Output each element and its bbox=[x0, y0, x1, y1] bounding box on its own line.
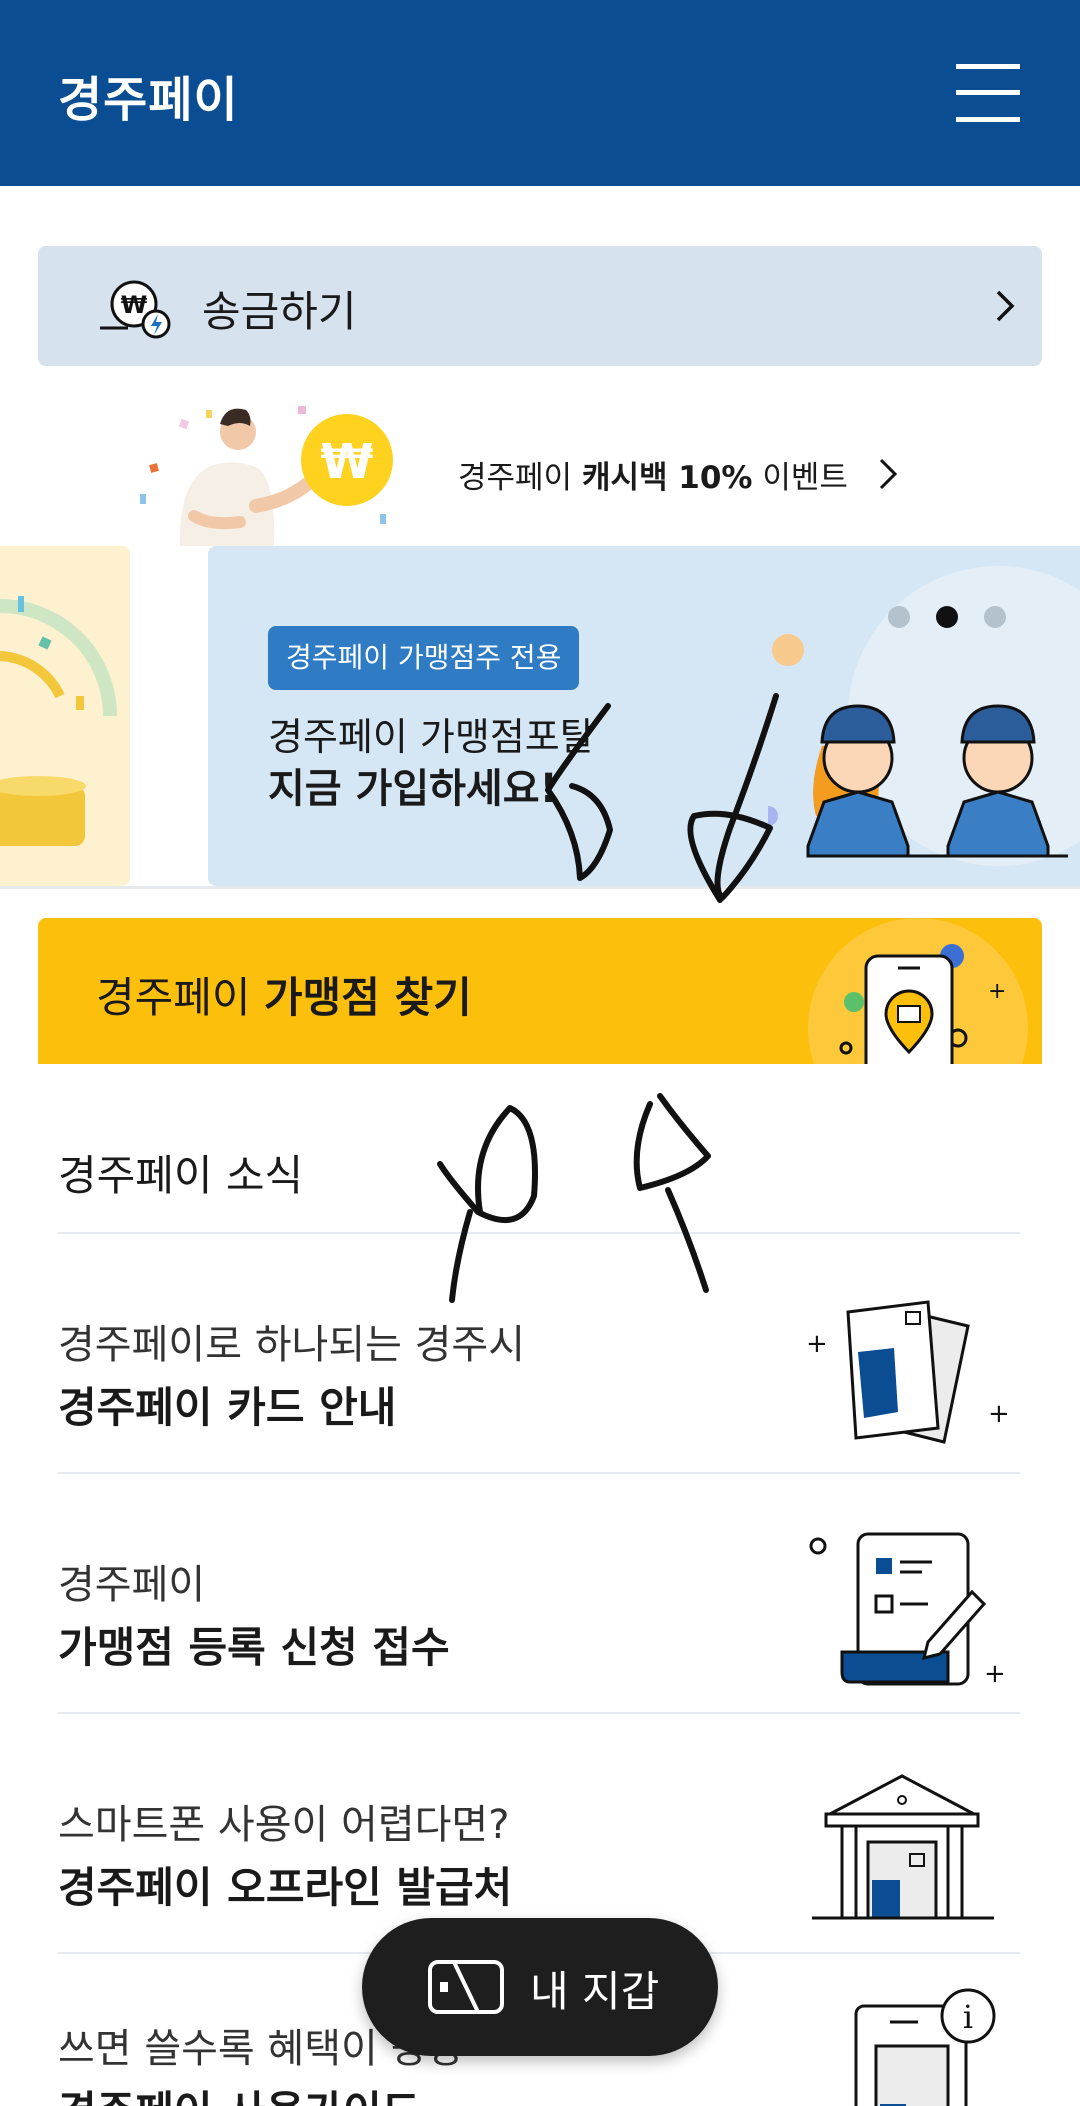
remit-button[interactable]: ₩ 송금하기 bbox=[38, 246, 1042, 366]
svg-text:+: + bbox=[806, 1329, 828, 1359]
section-divider bbox=[0, 886, 1080, 889]
news-item-title: 가맹점 등록 신청 접수 bbox=[58, 1623, 450, 1672]
coin-stack-illustration bbox=[0, 596, 117, 846]
news-item-subtitle: 스마트폰 사용이 어렵다면? bbox=[58, 1802, 510, 1848]
list-divider bbox=[58, 1472, 1020, 1474]
list-divider bbox=[58, 1712, 1020, 1714]
app-title: 경주페이 bbox=[58, 72, 239, 128]
news-item-merchant-registration[interactable]: 경주페이 가맹점 등록 신청 접수 + bbox=[58, 1492, 1020, 1712]
remit-label: 송금하기 bbox=[202, 287, 357, 336]
card-icon: + + bbox=[806, 1300, 1008, 1444]
carousel-slide-merchant-portal[interactable]: 경주페이 가맹점주 전용 경주페이 가맹점포탈 지금 가입하세요! bbox=[208, 546, 1080, 886]
find-store-text: 경주페이 가맹점 찾기 bbox=[96, 973, 472, 1022]
news-item-title: 경주페이 사용가이드 bbox=[58, 2078, 420, 2106]
info-kiosk-icon: i bbox=[854, 1988, 996, 2106]
app-header: 경주페이 bbox=[0, 0, 1080, 186]
slide-line-2: 지금 가입하세요! bbox=[268, 766, 558, 812]
cashback-event-banner[interactable]: ₩ 경주페이 캐시백 10% 이벤트 bbox=[140, 396, 940, 546]
news-item-subtitle: 경주페이로 하나되는 경주시 bbox=[58, 1322, 526, 1368]
news-item-title: 경주페이 카드 안내 bbox=[58, 1383, 397, 1432]
chevron-right-icon bbox=[996, 290, 1015, 322]
svg-text:i: i bbox=[963, 1998, 973, 2036]
news-section-title: 경주페이 소식 bbox=[58, 1151, 304, 1200]
document-pencil-icon: + bbox=[809, 1532, 1006, 1689]
svg-text:₩: ₩ bbox=[121, 291, 148, 319]
svg-text:₩: ₩ bbox=[321, 434, 374, 490]
carousel-slide-previous[interactable] bbox=[0, 546, 130, 886]
hamburger-menu-icon[interactable] bbox=[956, 64, 1020, 122]
carousel-dot-3[interactable] bbox=[984, 606, 1006, 628]
man-with-coin-illustration: ₩ bbox=[140, 406, 393, 546]
list-divider bbox=[58, 1232, 1020, 1234]
promo-carousel[interactable]: 경주페이 가맹점주 전용 경주페이 가맹점포탈 지금 가입하세요! bbox=[0, 546, 1080, 888]
news-item-card-guide[interactable]: 경주페이로 하나되는 경주시 경주페이 카드 안내 + + bbox=[58, 1252, 1020, 1472]
svg-text:+: + bbox=[988, 1399, 1008, 1429]
news-item-title: 경주페이 오프라인 발급처 bbox=[58, 1863, 513, 1912]
wallet-card-icon bbox=[428, 1960, 504, 2014]
chevron-right-icon bbox=[879, 458, 898, 490]
svg-text:+: + bbox=[988, 979, 1006, 1004]
carousel-pagination bbox=[888, 606, 1008, 630]
my-wallet-label: 내 지갑 bbox=[530, 1967, 660, 2016]
phone-store-pin-icon: + bbox=[808, 918, 1028, 1064]
carousel-dot-2[interactable] bbox=[936, 606, 958, 628]
find-store-banner[interactable]: 경주페이 가맹점 찾기 + bbox=[38, 918, 1042, 1064]
my-wallet-button[interactable]: 내 지갑 bbox=[362, 1918, 718, 2056]
svg-text:+: + bbox=[984, 1659, 1006, 1689]
carousel-dot-1[interactable] bbox=[888, 606, 910, 628]
cashback-event-text: 경주페이 캐시백 10% 이벤트 bbox=[458, 460, 848, 496]
news-item-subtitle: 경주페이 bbox=[58, 1562, 206, 1608]
merchant-only-tag: 경주페이 가맹점주 전용 bbox=[268, 626, 580, 690]
bank-building-icon bbox=[812, 1774, 994, 1920]
slide-line-1: 경주페이 가맹점포탈 bbox=[268, 715, 595, 759]
won-transfer-icon: ₩ bbox=[100, 280, 171, 339]
